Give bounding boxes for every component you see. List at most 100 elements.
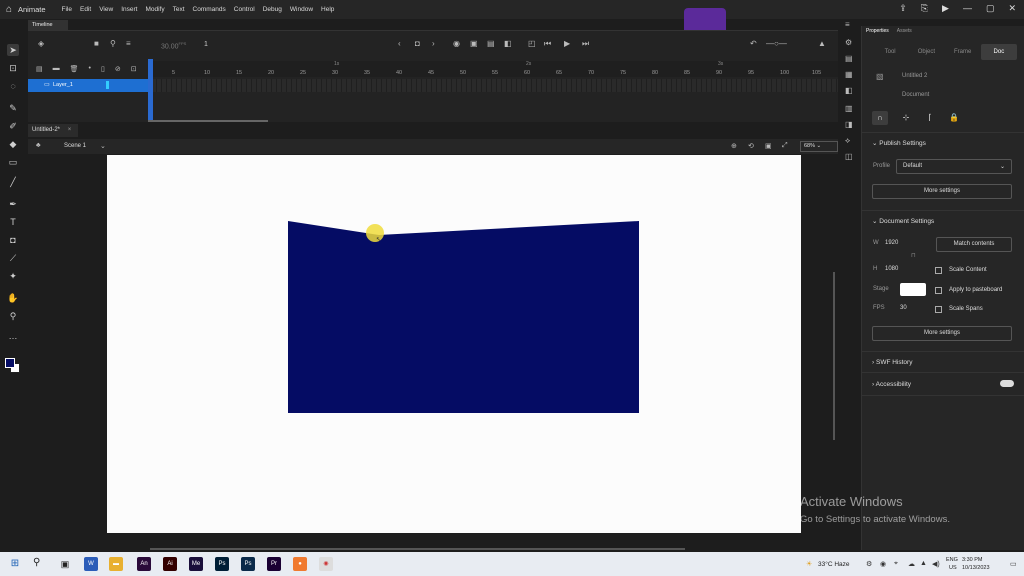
prev-keyframe-icon[interactable]: ‹ (398, 39, 401, 48)
corner-icon[interactable]: ⌈ (922, 111, 938, 125)
magnet-icon[interactable]: ∩ (872, 111, 888, 125)
layers-icon[interactable]: ◈ (38, 39, 44, 48)
new-folder-icon[interactable]: ▬ (53, 65, 60, 73)
stage-horizontal-scrollbar[interactable] (150, 548, 685, 550)
color-icon[interactable]: ▥ (845, 104, 853, 113)
hand-icon[interactable]: ✋ (7, 292, 19, 304)
pin-icon[interactable]: ✦ (7, 270, 19, 282)
link-icon[interactable]: ⊓ (911, 252, 916, 259)
brush-icon[interactable]: ✎ (7, 102, 19, 114)
play-timeline-icon[interactable]: ▶ (564, 39, 570, 48)
free-transform-icon[interactable]: ⊡ (7, 62, 19, 74)
settings-icon[interactable]: ⚙ (866, 560, 872, 568)
subtab-doc[interactable]: Doc (980, 44, 1017, 60)
cloud-icon[interactable]: ☁ (908, 560, 915, 568)
zoom-icon[interactable]: ⚲ (7, 310, 19, 322)
scene-icon[interactable]: ♣ (36, 142, 41, 149)
layer-color-swatch[interactable] (106, 81, 109, 89)
paint-brush-icon[interactable]: ✐ (7, 120, 19, 132)
taskbar-app[interactable]: An (137, 557, 151, 571)
menu-control[interactable]: Control (234, 6, 255, 13)
frame-rate[interactable]: 30.00FPS (161, 41, 186, 50)
stage-vertical-scrollbar[interactable] (833, 272, 835, 440)
onion-icon[interactable]: ≡ (126, 39, 131, 48)
swatches-icon[interactable]: ◨ (845, 120, 853, 129)
subtab-frame[interactable]: Frame (945, 44, 981, 60)
timeline-scrollbar[interactable] (148, 120, 268, 122)
network-icon[interactable]: ▲ (920, 560, 927, 567)
fit-icon[interactable]: ⤢ (782, 142, 788, 150)
fill-color-swatch[interactable] (5, 358, 15, 368)
profile-select[interactable]: Default ⌄ (896, 159, 1012, 174)
tab-assets[interactable]: Assets (897, 28, 912, 34)
minimize-button[interactable]: — (963, 3, 972, 14)
accessibility-heading[interactable]: › Accessibility (872, 381, 911, 388)
outline-icon[interactable]: ▯ (101, 65, 105, 73)
parent-icon[interactable]: ⚲ (110, 39, 116, 48)
weather-text[interactable]: 33°C Haze (818, 561, 850, 568)
accessibility-toggle[interactable] (1000, 380, 1014, 387)
camera-icon[interactable]: ◉ (880, 560, 886, 568)
weather-icon[interactable]: ☀ (806, 560, 812, 568)
align-icon[interactable]: ▦ (845, 70, 853, 79)
zoom-select[interactable]: 68% ⌄ (800, 141, 838, 152)
doc-more-settings-button[interactable]: More settings (872, 326, 1012, 341)
frames-row[interactable] (152, 79, 838, 92)
clock-date[interactable]: 10/13/2023 (962, 565, 990, 571)
dot-icon[interactable]: • (89, 65, 91, 73)
menu-debug[interactable]: Debug (263, 6, 282, 13)
taskbar-app[interactable]: Ps (241, 557, 255, 571)
current-frame[interactable]: 1 (204, 41, 208, 48)
close-tab-icon[interactable]: × (68, 127, 72, 133)
close-button[interactable]: ✕ (1008, 3, 1016, 14)
next-keyframe-icon[interactable]: › (432, 39, 435, 48)
menu-commands[interactable]: Commands (193, 6, 226, 13)
swf-history-heading[interactable]: › SWF History (872, 359, 912, 366)
crop-icon[interactable]: ⊹ (898, 111, 914, 125)
loop-icon[interactable]: ◧ (504, 39, 512, 48)
apply-to-pasteboard-checkbox[interactable] (935, 287, 942, 294)
text-tool-icon[interactable]: T (7, 216, 19, 228)
paint-bucket-icon[interactable]: ◘ (7, 234, 19, 246)
menu-modify[interactable]: Modify (145, 6, 164, 13)
rectangle-icon[interactable]: ▭ (7, 156, 19, 168)
scale-spans-checkbox[interactable] (935, 306, 942, 313)
clock-time[interactable]: 3:30 PM (962, 557, 982, 563)
edit-multiple-icon[interactable]: ▤ (487, 39, 495, 48)
notification-icon[interactable]: ▭ (1010, 560, 1017, 568)
tab-properties[interactable]: Properties (866, 28, 889, 34)
layer-name[interactable]: Layer_1 (53, 82, 73, 88)
pen-icon[interactable]: ✒ (7, 198, 19, 210)
playhead[interactable] (148, 59, 153, 121)
selection-tool-icon[interactable]: ➤ (7, 44, 19, 56)
lasso-icon[interactable]: ◌ (7, 80, 19, 92)
publish-settings-heading[interactable]: ⌄ Publish Settings (872, 139, 926, 147)
publish-icon[interactable]: ⎘ (921, 3, 928, 14)
task-view-icon[interactable]: ▣ (58, 557, 72, 571)
fps-value[interactable]: 30 (900, 305, 907, 311)
location-icon[interactable]: ⌖ (894, 560, 898, 568)
onion-outline-icon[interactable]: ▣ (470, 39, 478, 48)
panel-menu-icon[interactable]: ≡ (845, 20, 850, 29)
eyedropper-icon[interactable]: ⟋ (7, 252, 19, 264)
first-frame-icon[interactable]: ⏮ (544, 39, 551, 49)
language-indicator[interactable]: ENG (946, 557, 958, 563)
taskbar-app[interactable]: Me (189, 557, 203, 571)
rotate-stage-icon[interactable]: ⟲ (748, 142, 754, 150)
width-value[interactable]: 1920 (885, 240, 898, 246)
menu-file[interactable]: File (62, 6, 72, 13)
menu-insert[interactable]: Insert (121, 6, 137, 13)
stage[interactable] (107, 155, 801, 533)
taskbar-app[interactable]: W (84, 557, 98, 571)
properties-icon[interactable]: ⚙ (845, 38, 852, 47)
windows-start-icon[interactable]: ⊞ (8, 557, 22, 571)
new-layer-icon[interactable]: ▤ (36, 65, 43, 73)
visibility-icon[interactable]: ⊘ (115, 65, 121, 73)
distorted-rectangle-shape[interactable] (288, 221, 639, 413)
transform-icon[interactable]: ◧ (845, 86, 853, 95)
scale-content-checkbox[interactable] (935, 267, 942, 274)
search-icon[interactable]: ⚲ (33, 557, 40, 568)
language-region[interactable]: US (949, 565, 957, 571)
taskbar-app[interactable]: Pr (267, 557, 281, 571)
camera-icon[interactable]: ■ (94, 39, 99, 48)
